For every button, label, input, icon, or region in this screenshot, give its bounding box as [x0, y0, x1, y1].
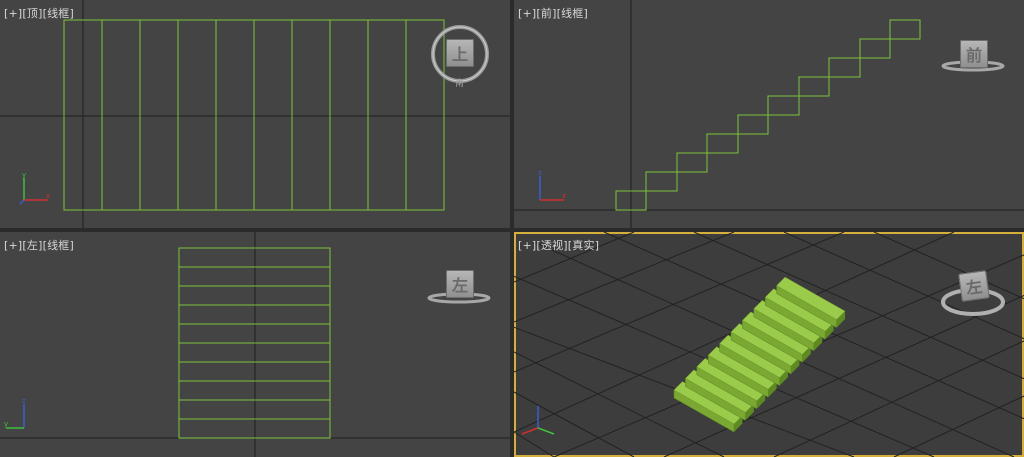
svg-text:x: x	[562, 192, 566, 200]
viewport-front[interactable]: [+][前][线框] 前 z x	[514, 0, 1024, 228]
viewcube-icon[interactable]: 上	[446, 39, 474, 67]
svg-text:x: x	[46, 192, 50, 200]
front-wireframe-scene	[514, 0, 1024, 228]
viewport-top[interactable]: [+][顶][线框] 上 南 y x	[0, 0, 510, 228]
svg-text:y: y	[22, 172, 26, 179]
stair-model-3d	[673, 276, 846, 433]
viewport-label-front: [+][前][线框]	[518, 5, 588, 21]
viewport-plus-menu[interactable]: [+]	[4, 239, 22, 252]
viewport-shading-menu[interactable]: [真实]	[568, 239, 599, 252]
svg-text:z: z	[22, 398, 26, 405]
axis-tripod-icon: y x	[19, 172, 50, 205]
viewport-plus-menu[interactable]: [+]	[518, 7, 536, 20]
left-wireframe-scene	[0, 232, 510, 457]
perspective-scene	[514, 232, 1024, 457]
viewport-view-menu[interactable]: [左]	[22, 239, 42, 252]
viewport-shading-menu[interactable]: [线框]	[43, 239, 74, 252]
viewport-plus-menu[interactable]: [+]	[518, 239, 536, 252]
viewport-shading-menu[interactable]: [线框]	[43, 7, 74, 20]
viewport-label-perspective: [+][透视][真实]	[518, 237, 599, 253]
viewport-view-menu[interactable]: [前]	[536, 7, 556, 20]
viewport-left[interactable]: [+][左][线框] 左 z y	[0, 232, 510, 457]
viewport-view-menu[interactable]: [顶]	[22, 7, 42, 20]
viewport-perspective[interactable]: [+][透视][真实] 左	[514, 232, 1024, 457]
viewcube-icon[interactable]: 左	[958, 270, 990, 302]
viewport-plus-menu[interactable]: [+]	[4, 7, 22, 20]
axis-tripod-icon: z x	[538, 170, 566, 201]
compass-south-label: 南	[455, 79, 465, 89]
viewport-label-top: [+][顶][线框]	[4, 5, 74, 21]
axis-tripod-icon	[521, 406, 555, 435]
axis-tripod-icon: z y	[4, 398, 26, 429]
stair-profile-front	[615, 19, 921, 211]
svg-text:z: z	[538, 170, 542, 177]
viewport-shading-menu[interactable]: [线框]	[557, 7, 588, 20]
viewcube-icon[interactable]: 前	[960, 40, 988, 68]
viewcube-icon[interactable]: 左	[446, 270, 474, 298]
viewport-layout: [+][顶][线框] 上 南 y x [+][前][线框] 前 z x [+][…	[0, 0, 1024, 457]
viewport-label-left: [+][左][线框]	[4, 237, 74, 253]
viewport-view-menu[interactable]: [透视]	[536, 239, 567, 252]
svg-text:y: y	[4, 420, 8, 428]
